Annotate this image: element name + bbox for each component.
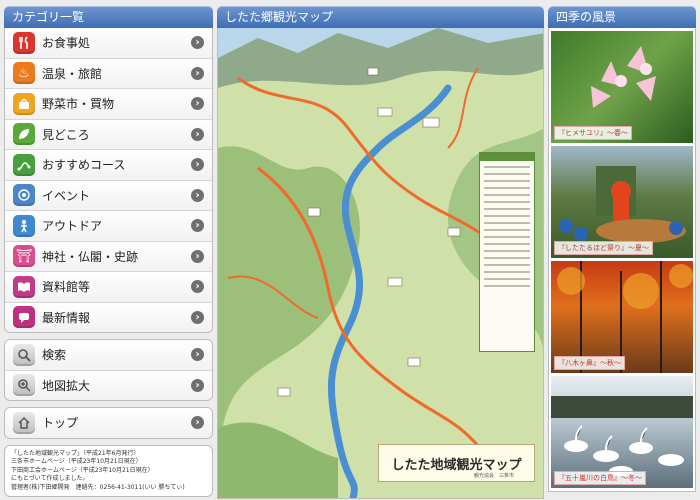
category-menu: お食事処 › ♨ 温泉・旅館 › 野菜市・買物 › 見どころ › おすすめコース… xyxy=(4,28,213,333)
tool-menu: 検索 › 地図拡大 › xyxy=(4,339,213,401)
chevron-right-icon: › xyxy=(191,249,204,263)
map-panel: したた郷観光マップ したた地域観光マップ 観光協会 三条市 xyxy=(217,6,544,499)
chat-bubble-icon xyxy=(13,306,35,329)
photo-caption: 『ヒメサユリ』〜春〜 xyxy=(554,126,632,140)
photo-caption: 『八木ヶ鼻』〜秋〜 xyxy=(554,356,625,370)
chevron-right-icon: › xyxy=(191,348,204,362)
info-line: 下田商工会ホームページ（平成23年10月21日現在） xyxy=(11,466,154,474)
legend-title-bar xyxy=(480,153,534,161)
chevron-right-icon: › xyxy=(191,219,204,233)
info-line: にもとづいて作成しました。 xyxy=(11,475,89,482)
menu-item-sightseeing[interactable]: 見どころ › xyxy=(5,119,212,150)
menu-label: 資料館等 xyxy=(42,280,91,295)
menu-label: 最新情報 xyxy=(42,310,91,325)
chevron-right-icon: › xyxy=(191,97,204,111)
menu-label: イベント xyxy=(42,188,91,203)
info-line: 三条市ホームページ（平成23年10月21日現在） xyxy=(11,458,142,465)
menu-item-markets[interactable]: 野菜市・買物 › xyxy=(5,89,212,120)
chevron-right-icon: › xyxy=(191,310,204,324)
summer-photo[interactable]: 『したたるほど祭り』〜夏〜 xyxy=(551,146,693,258)
map-legend xyxy=(479,152,535,352)
autumn-photo[interactable]: 『八木ヶ鼻』〜秋〜 xyxy=(551,261,693,373)
chevron-right-icon: › xyxy=(191,416,204,430)
seasons-gallery: 『ヒメサユリ』〜春〜 『したたるほど祭り』〜夏〜 『八木ヶ鼻』〜秋〜 『五十嵐川… xyxy=(548,28,696,492)
outdoor-person-icon xyxy=(13,214,35,237)
menu-label: 見どころ xyxy=(42,127,90,142)
route-icon xyxy=(13,153,35,176)
chevron-right-icon: › xyxy=(191,127,204,141)
zoom-icon xyxy=(13,374,35,397)
winter-photo[interactable]: 『五十嵐川の白鳥』〜冬〜 xyxy=(551,376,693,488)
menu-item-hot-springs[interactable]: ♨ 温泉・旅館 › xyxy=(5,58,212,89)
menu-label: 神社・仏閣・史跡 xyxy=(42,249,139,264)
tourist-map[interactable]: したた地域観光マップ 観光協会 三条市 xyxy=(217,28,544,499)
menu-label: トップ xyxy=(42,416,79,431)
menu-item-shrines[interactable]: ⛩ 神社・仏閣・史跡 › xyxy=(5,241,212,272)
photo-caption: 『したたるほど祭り』〜夏〜 xyxy=(554,241,653,255)
spring-photo[interactable]: 『ヒメサユリ』〜春〜 xyxy=(551,31,693,143)
chevron-right-icon: › xyxy=(191,66,204,80)
seasons-panel: 四季の風景 『ヒメサユリ』〜春〜 『したたるほど祭り』〜夏〜 『八木ヶ鼻』〜秋〜 xyxy=(548,6,696,492)
map-header: したた郷観光マップ xyxy=(217,6,544,28)
chevron-right-icon: › xyxy=(191,158,204,172)
menu-label: おすすめコース xyxy=(42,158,126,173)
torii-gate-icon: ⛩ xyxy=(13,245,35,268)
menu-label: お食事処 xyxy=(42,36,91,51)
chevron-right-icon: › xyxy=(191,188,204,202)
chevron-right-icon: › xyxy=(191,280,204,294)
menu-item-courses[interactable]: おすすめコース › xyxy=(5,150,212,181)
chevron-right-icon: › xyxy=(191,378,204,392)
book-icon xyxy=(13,275,35,298)
menu-item-news[interactable]: 最新情報 › xyxy=(5,302,212,332)
menu-label: アウトドア xyxy=(42,219,103,234)
category-header: カテゴリ一覧 xyxy=(4,6,213,28)
chevron-right-icon: › xyxy=(191,36,204,50)
category-panel: カテゴリ一覧 お食事処 › ♨ 温泉・旅館 › 野菜市・買物 › 見どころ › xyxy=(4,6,213,497)
source-info: 「したた地域観光マップ」（平成21年6月発行） 三条市ホームページ（平成23年1… xyxy=(4,444,213,497)
seasons-header: 四季の風景 xyxy=(548,6,696,28)
top-menu: トップ › xyxy=(4,407,213,439)
fork-knife-icon xyxy=(13,31,35,54)
event-icon xyxy=(13,184,35,207)
menu-label: 検索 xyxy=(42,348,67,363)
search-icon xyxy=(13,343,35,366)
menu-item-outdoor[interactable]: アウトドア › xyxy=(5,211,212,242)
menu-label: 野菜市・買物 xyxy=(42,97,115,112)
map-subtitle: 観光協会 三条市 xyxy=(474,473,515,479)
info-line: 「したた地域観光マップ」（平成21年6月発行） xyxy=(11,449,140,457)
map-zoom-button[interactable]: 地図拡大 › xyxy=(5,370,212,400)
home-icon xyxy=(13,411,35,434)
top-button[interactable]: トップ › xyxy=(5,408,212,438)
menu-item-museums[interactable]: 資料館等 › xyxy=(5,272,212,303)
photo-caption: 『五十嵐川の白鳥』〜冬〜 xyxy=(554,471,646,485)
menu-label: 地図拡大 xyxy=(42,378,91,393)
hot-spring-icon: ♨ xyxy=(13,62,35,85)
info-line: 管理者(株)下田郷開発 連絡先：0256-41-3011(いい 勝ちてぃ) xyxy=(11,483,185,491)
menu-item-events[interactable]: イベント › xyxy=(5,180,212,211)
search-button[interactable]: 検索 › xyxy=(5,340,212,371)
menu-item-restaurants[interactable]: お食事処 › xyxy=(5,28,212,59)
menu-label: 温泉・旅館 xyxy=(42,66,103,81)
leaf-icon xyxy=(13,123,35,146)
shopping-basket-icon xyxy=(13,92,35,115)
